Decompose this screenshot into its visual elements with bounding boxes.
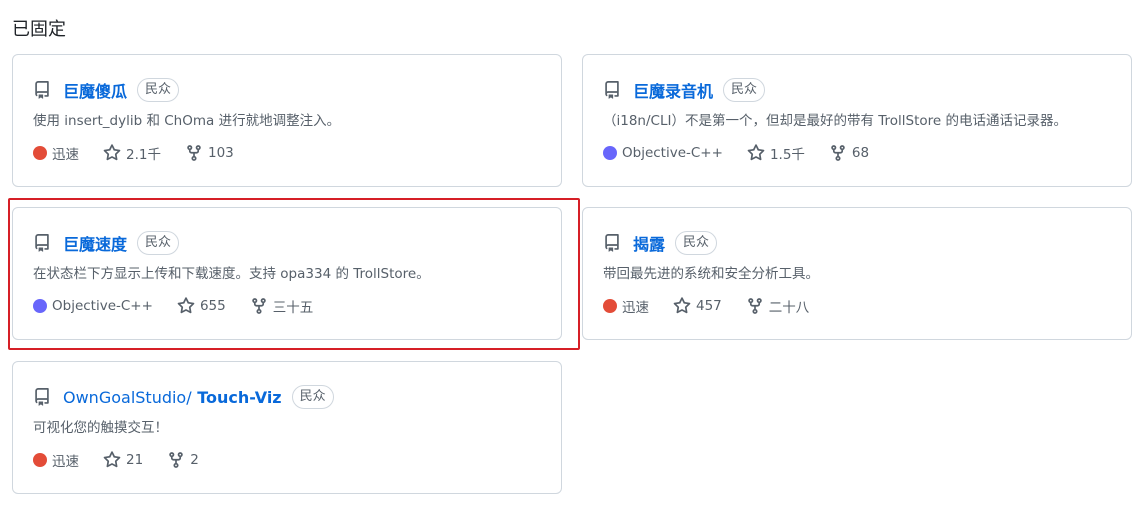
star-icon	[103, 451, 121, 468]
forks-link[interactable]: 68	[829, 144, 869, 162]
stars-link[interactable]: 2.1千	[103, 143, 161, 163]
visibility-badge: 民众	[291, 385, 334, 409]
fork-icon	[748, 298, 762, 314]
star-icon	[177, 297, 195, 314]
repo-description: 可视化您的触摸交互！	[33, 420, 168, 436]
star-icon	[747, 144, 765, 161]
stars-link[interactable]: 1.5千	[747, 143, 805, 163]
forks-link[interactable]: 二十八	[746, 296, 810, 316]
stars-count: 1.5千	[769, 147, 805, 163]
repo-icon	[603, 234, 621, 252]
stars-count: 457	[696, 298, 722, 314]
pinned-repo-card: 巨魔录音机 民众 （i18n/CLI）不是第一个，但却是最好的带有 TrollS…	[582, 54, 1132, 187]
fork-icon	[831, 145, 845, 161]
pinned-repo-card: OwnGoalStudio/ Touch-Viz 民众 可视化您的触摸交互！ 迅…	[12, 361, 562, 494]
visibility-badge: 民众	[723, 78, 766, 102]
repo-description: 使用 insert_dylib 和 ChOma 进行就地调整注入。	[33, 113, 341, 129]
repo-name-link[interactable]: 巨魔录音机	[633, 78, 713, 102]
repo-description: 在状态栏下方显示上传和下载速度。支持 opa334 的 TrollStore。	[33, 266, 430, 282]
repo-name: Touch-Viz	[197, 387, 282, 407]
forks-link[interactable]: 三十五	[250, 296, 314, 316]
repo-description: （i18n/CLI）不是第一个，但却是最好的带有 TrollStore 的电话通…	[603, 113, 1068, 129]
repo-name-link[interactable]: 巨魔傻瓜	[63, 78, 127, 102]
stars-link[interactable]: 457	[673, 297, 722, 315]
visibility-badge: 民众	[675, 231, 718, 255]
language-label: 迅速	[622, 300, 649, 316]
forks-count: 2	[190, 452, 199, 468]
repo-icon	[33, 81, 51, 99]
stars-count: 2.1千	[126, 147, 161, 163]
language-color-dot	[603, 299, 617, 313]
repo-name-link[interactable]: 揭露	[633, 231, 665, 255]
language-color-dot	[33, 453, 47, 467]
repo-language: 迅速	[33, 450, 79, 470]
repo-icon	[33, 388, 51, 406]
star-icon	[673, 297, 691, 314]
forks-count: 68	[851, 145, 870, 161]
repo-icon	[33, 234, 51, 252]
repo-language: Objective-C++	[603, 145, 723, 161]
language-label: Objective-C++	[52, 298, 153, 314]
stars-count: 655	[199, 298, 226, 314]
language-color-dot	[33, 146, 47, 160]
repo-language: 迅速	[603, 296, 649, 316]
forks-count: 二十八	[768, 300, 810, 316]
pinned-section-title: 已固定	[12, 19, 66, 40]
pinned-repo-card: 巨魔速度 民众 在状态栏下方显示上传和下载速度。支持 opa334 的 Trol…	[12, 207, 562, 340]
repo-name-link[interactable]: OwnGoalStudio/ Touch-Viz	[63, 388, 282, 407]
fork-icon	[169, 452, 183, 468]
forks-count: 三十五	[272, 300, 314, 316]
fork-icon	[187, 145, 201, 161]
forks-link[interactable]: 103	[185, 144, 234, 162]
fork-icon	[251, 298, 266, 314]
visibility-badge: 民众	[137, 78, 180, 102]
visibility-badge: 民众	[137, 231, 180, 255]
language-label: 迅速	[52, 454, 79, 470]
repo-name-link[interactable]: 巨魔速度	[63, 231, 127, 255]
language-color-dot	[603, 146, 617, 160]
pinned-repo-card: 巨魔傻瓜 民众 使用 insert_dylib 和 ChOma 进行就地调整注入…	[12, 54, 562, 187]
forks-count: 103	[207, 145, 234, 161]
repo-icon	[603, 81, 621, 99]
stars-count: 21	[126, 452, 144, 468]
stars-link[interactable]: 655	[177, 297, 226, 315]
repo-owner: OwnGoalStudio/	[63, 387, 192, 407]
repo-language: 迅速	[33, 143, 79, 163]
language-label: 迅速	[52, 147, 79, 163]
star-icon	[103, 144, 121, 161]
language-color-dot	[33, 299, 47, 313]
forks-link[interactable]: 2	[167, 451, 199, 469]
repo-language: Objective-C++	[33, 298, 153, 314]
stars-link[interactable]: 21	[103, 451, 143, 469]
language-label: Objective-C++	[622, 145, 723, 161]
repo-description: 带回最先进的系统和安全分析工具。	[603, 266, 819, 282]
pinned-repo-card: 揭露 民众 带回最先进的系统和安全分析工具。 迅速 457 二十八	[582, 207, 1132, 340]
